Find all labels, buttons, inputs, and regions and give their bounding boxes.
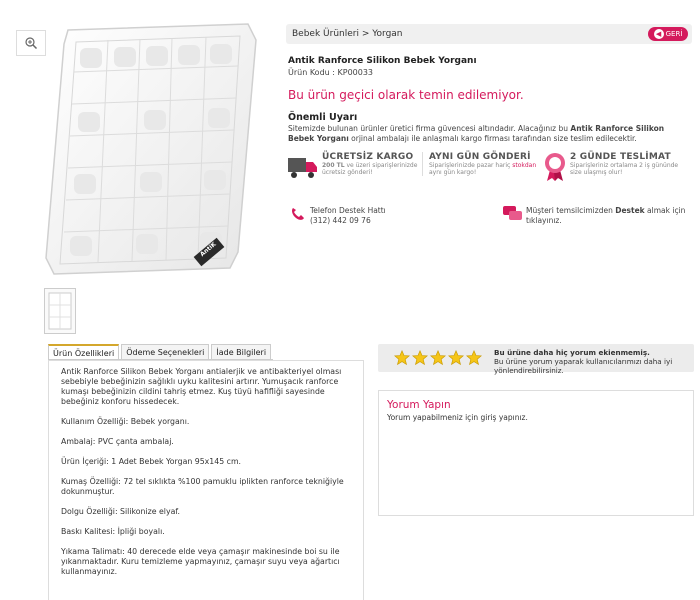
product-image[interactable] (16, 22, 264, 280)
feature-free-shipping-amount: 200 TL (322, 162, 345, 169)
warning-text-pre: Sitemizde bulunan ürünler üretici firma … (288, 124, 571, 133)
feature-free-shipping-sub: 200 TL ve üzeri siparişlerinizde ücretsi… (322, 162, 422, 176)
product-tabs: Ürün Özellikleri Ödeme Seçenekleri İade … (48, 344, 274, 360)
back-button[interactable]: ◀ GERİ (648, 27, 688, 41)
warning-text-post: orjinal ambalajı ile anlaşmalı kargo fir… (348, 134, 637, 143)
description-fabric: Kumaş Özelliği: 72 tel sıklıkta %100 pam… (61, 477, 344, 496)
live-chat-text-bold: Destek (615, 206, 645, 215)
tab-return-info[interactable]: İade Bilgileri (211, 344, 272, 359)
feature-free-shipping: ÜCRETSİZ KARGO 200 TL ve üzeri siparişle… (288, 150, 422, 188)
description-usage: Kullanım Özelliği: Bebek yorganı. (61, 417, 190, 426)
rating-message: Bu ürüne daha hiç yorum ekienmemiş. Bu ü… (494, 348, 694, 375)
phone-support-label: Telefon Destek Hattı (310, 206, 386, 215)
description-paragraph: Antik Ranforce Silikon Bebek Yorganı ant… (61, 367, 342, 406)
phone-support-number: (312) 442 09 76 (310, 216, 371, 225)
feature-free-shipping-title: ÜCRETSİZ KARGO (322, 152, 414, 162)
unavailable-notice: Bu ürün geçici olarak temin edilemiyor. (288, 88, 524, 102)
warning-text: Sitemizde bulunan ürünler üretici firma … (288, 124, 692, 144)
description: Antik Ranforce Silikon Bebek Yorganı ant… (61, 367, 351, 577)
star-icon[interactable] (466, 350, 482, 366)
description-print: Baskı Kalitesi: İpliği boyalı. (61, 527, 165, 536)
product-thumbnail[interactable] (44, 288, 76, 334)
feature-delivery: 2 GÜNDE TESLİMAT Siparişleriniz ortalama… (544, 150, 692, 188)
chat-icon (503, 206, 522, 220)
rating-message-title: Bu ürüne daha hiç yorum ekienmemiş. (494, 348, 650, 357)
star-icon[interactable] (430, 350, 446, 366)
back-button-label: GERİ (665, 30, 683, 38)
rating-bar: Bu ürüne daha hiç yorum ekienmemiş. Bu ü… (378, 344, 694, 375)
warning-title: Önemli Uyarı (288, 112, 358, 123)
truck-icon (288, 158, 317, 178)
feature-delivery-title: 2 GÜNDE TESLİMAT (570, 152, 671, 162)
zoom-button[interactable] (16, 30, 46, 56)
review-panel: Yorum Yapın Yorum yapabilmeniz için giri… (378, 390, 694, 516)
product-title: Antik Ranforce Silikon Bebek Yorganı (288, 56, 477, 66)
feature-strip: ÜCRETSİZ KARGO 200 TL ve üzeri siparişle… (288, 150, 692, 188)
star-icon[interactable] (394, 350, 410, 366)
description-packaging: Ambalaj: PVC çanta ambalaj. (61, 437, 174, 446)
description-panel: Antik Ranforce Silikon Bebek Yorganı ant… (48, 360, 364, 600)
breadcrumb[interactable]: Bebek Ürünleri > Yorgan (292, 29, 403, 39)
feature-same-day: AYNI GÜN GÖNDERİ Siparişlerinizde pazar … (422, 150, 542, 188)
feature-delivery-sub: Siparişleriniz ortalama 2 iş gününde siz… (570, 162, 679, 176)
description-contents: Ürün İçeriği: 1 Adet Bebek Yorgan 95x145… (61, 457, 242, 466)
review-title: Yorum Yapın (387, 399, 451, 411)
award-badge-icon (545, 153, 565, 181)
arrow-left-icon: ◀ (653, 29, 664, 39)
description-washing: Yıkama Talimatı: 40 derecede elde veya ç… (61, 547, 340, 576)
live-chat-link[interactable]: Müşteri temsilcimizden Destek almak için… (526, 206, 686, 226)
rating-stars[interactable] (394, 350, 482, 366)
phone-support[interactable]: Telefon Destek Hattı (312) 442 09 76 (310, 206, 386, 226)
product-code: Ürün Kodu : KP00033 (288, 68, 374, 77)
star-icon[interactable] (412, 350, 428, 366)
rating-message-body: Bu ürüne yorum yaparak kullanıcılarımızı… (494, 357, 673, 375)
phone-icon (292, 208, 304, 220)
tab-product-features[interactable]: Ürün Özellikleri (48, 344, 120, 359)
breadcrumb-bar: Bebek Ürünleri > Yorgan ◀ GERİ (286, 24, 692, 44)
live-chat-text-pre: Müşteri temsilcimizden (526, 206, 616, 215)
review-login-notice[interactable]: Yorum yapabilmeniz için giriş yapınız. (387, 413, 685, 422)
feature-same-day-text: Siparişlerinizde pazar hariç (429, 162, 513, 169)
feature-same-day-stock: stokdan (512, 162, 537, 169)
feature-same-day-title: AYNI GÜN GÖNDERİ (429, 152, 531, 162)
feature-same-day-end: aynı gün kargo! (429, 169, 477, 176)
zoom-in-icon (25, 37, 38, 50)
star-icon[interactable] (448, 350, 464, 366)
description-filling: Dolgu Özelliği: Silikonize elyaf. (61, 507, 180, 516)
thumbnail-image (48, 292, 72, 330)
feature-same-day-sub: Siparişlerinizde pazar hariç stokdan ayn… (429, 162, 542, 176)
tab-payment-options[interactable]: Ödeme Seçenekleri (121, 344, 210, 359)
